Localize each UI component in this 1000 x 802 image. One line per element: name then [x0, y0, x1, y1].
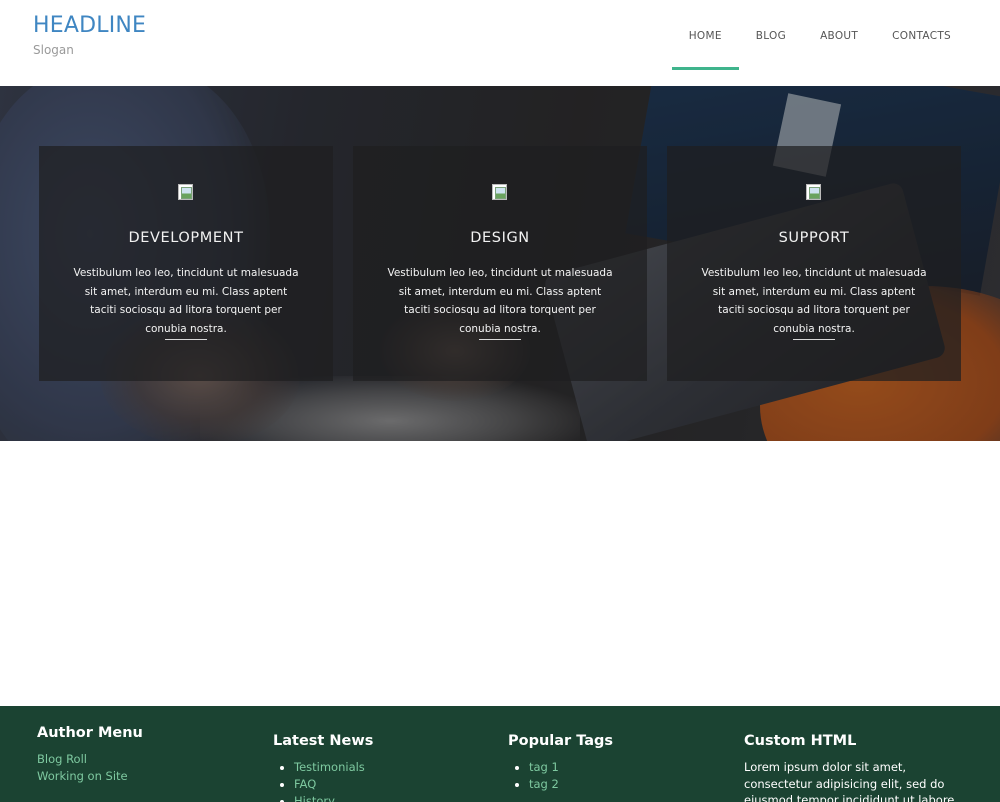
news-link-history[interactable]: History	[294, 793, 373, 802]
feature-list: DEVELOPMENT Vestibulum leo leo, tincidun…	[39, 146, 961, 381]
hero-banner: DEVELOPMENT Vestibulum leo leo, tincidun…	[0, 86, 1000, 441]
custom-html-text: Lorem ipsum dolor sit amet, consectetur …	[744, 760, 955, 802]
footer-column-title: Latest News	[273, 733, 374, 749]
feature-text: Vestibulum leo leo, tincidunt ut malesua…	[701, 267, 927, 335]
tag-link[interactable]: tag 2	[529, 776, 613, 793]
site-footer: Author Menu Blog Roll Working on Site La…	[0, 706, 1000, 802]
feature-text: Vestibulum leo leo, tincidunt ut malesua…	[387, 267, 613, 335]
footer-column-title: Popular Tags	[508, 733, 614, 749]
author-menu-links: Blog Roll Working on Site	[37, 751, 143, 785]
tag-link[interactable]: tag 1	[529, 759, 613, 776]
nav-item-about[interactable]: ABOUT	[803, 0, 875, 86]
nav-item-home[interactable]: HOME	[671, 0, 739, 86]
nav-item-contacts[interactable]: CONTACTS	[875, 0, 968, 86]
popular-tags-list: tag 1 tag 2	[508, 759, 613, 793]
site-slogan: Slogan	[33, 43, 74, 57]
site-title[interactable]: HEADLINE	[33, 13, 146, 38]
footer-link-working-on-site[interactable]: Working on Site	[37, 768, 143, 785]
feature-title: DEVELOPMENT	[128, 230, 244, 246]
footer-author-menu: Author Menu Blog Roll Working on Site	[37, 725, 143, 785]
footer-column-title: Author Menu	[37, 725, 143, 741]
footer-column-title: Custom HTML	[744, 733, 857, 749]
footer-custom-html: Custom HTML Lorem ipsum dolor sit amet, …	[744, 733, 959, 802]
feature-text: Vestibulum leo leo, tincidunt ut malesua…	[73, 267, 299, 335]
site-header: HEADLINE Slogan HOME BLOG ABOUT CONTACTS	[0, 0, 1000, 86]
latest-news-list: Testimonials FAQ History	[273, 759, 373, 802]
footer-latest-news: Latest News Testimonials FAQ History	[273, 733, 373, 802]
nav-item-blog[interactable]: BLOG	[739, 0, 803, 86]
news-link-faq[interactable]: FAQ	[294, 776, 373, 793]
feature-card-development: DEVELOPMENT Vestibulum leo leo, tincidun…	[39, 146, 333, 381]
feature-title: SUPPORT	[778, 230, 850, 246]
news-link-testimonials[interactable]: Testimonials	[294, 759, 373, 776]
footer-popular-tags: Popular Tags tag 1 tag 2	[508, 733, 613, 793]
feature-divider	[479, 339, 521, 340]
footer-link-blog-roll[interactable]: Blog Roll	[37, 751, 143, 768]
feature-title: DESIGN	[470, 230, 530, 246]
broken-image-icon	[806, 184, 821, 200]
feature-card-support: SUPPORT Vestibulum leo leo, tincidunt ut…	[667, 146, 961, 381]
broken-image-icon	[178, 184, 193, 200]
main-nav: HOME BLOG ABOUT CONTACTS	[671, 0, 968, 86]
feature-card-design: DESIGN Vestibulum leo leo, tincidunt ut …	[353, 146, 647, 381]
feature-divider	[165, 339, 207, 340]
broken-image-icon	[492, 184, 507, 200]
feature-divider	[793, 339, 835, 340]
